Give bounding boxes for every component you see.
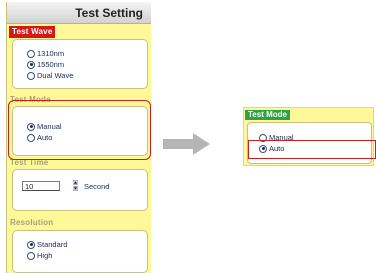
radio-unchecked-icon	[27, 251, 35, 260]
resolution-label: Resolution	[10, 218, 54, 227]
zoom-test-mode-label: Test Mode	[245, 110, 290, 120]
auto-option-highlight	[248, 140, 376, 159]
wave-option-dual[interactable]: Dual Wave	[27, 71, 73, 80]
spin-up-icon[interactable]	[73, 180, 78, 185]
radio-checked-icon	[27, 240, 35, 249]
wave-option-label: 1310nm	[37, 49, 65, 58]
resolution-group: Standard High	[12, 230, 148, 273]
panel-title: Test Setting	[7, 2, 151, 24]
right-arrow-icon	[163, 133, 210, 155]
radio-checked-icon	[27, 60, 35, 69]
resolution-option-high[interactable]: High	[27, 251, 52, 260]
wave-option-label: 1550nm	[37, 60, 65, 69]
test-time-input[interactable]: 10	[22, 181, 60, 191]
radio-unchecked-icon	[27, 71, 35, 80]
resolution-option-standard[interactable]: Standard	[27, 240, 67, 249]
wave-option-label: Dual Wave	[37, 71, 74, 80]
spin-down-icon[interactable]	[73, 186, 78, 191]
wave-option-1550[interactable]: 1550nm	[27, 60, 64, 69]
test-time-unit: Second	[84, 182, 110, 191]
radio-unchecked-icon	[27, 49, 35, 58]
test-mode-highlight	[8, 100, 151, 160]
wave-option-1310[interactable]: 1310nm	[27, 49, 64, 58]
resolution-option-label: High	[37, 251, 53, 260]
resolution-option-label: Standard	[37, 240, 68, 249]
test-wave-label: Test Wave	[9, 26, 56, 38]
test-wave-group: 1310nm 1550nm Dual Wave	[12, 39, 148, 89]
test-time-group: 10 Second	[12, 169, 148, 211]
